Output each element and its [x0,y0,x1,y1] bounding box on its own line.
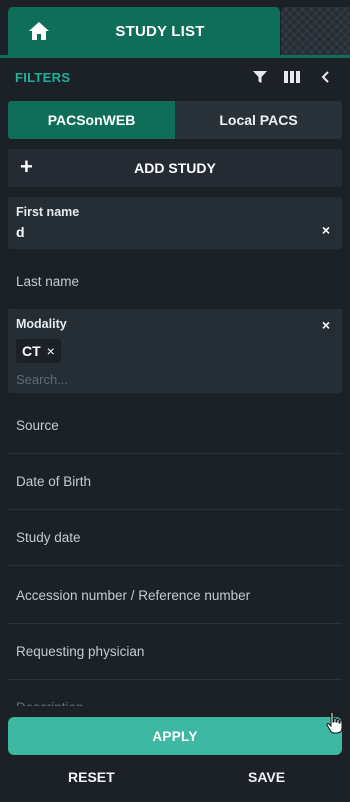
modality-chip-ct: CT × [16,339,61,363]
accession-number-label: Accession number / Reference number [16,588,251,603]
source-label: Source [16,418,59,433]
apply-button[interactable]: APPLY [8,717,342,755]
chevron-left-icon[interactable] [318,70,334,84]
date-of-birth-filter[interactable]: Date of Birth [8,454,342,510]
chip-label: CT [22,343,41,359]
chip-remove-icon[interactable]: × [47,343,55,359]
modality-label: Modality [16,317,67,331]
modality-search-input[interactable]: Search... [16,372,68,387]
home-icon[interactable] [28,21,50,41]
requesting-physician-filter[interactable]: Requesting physician [8,624,342,680]
reset-button[interactable]: RESET [68,769,115,785]
first-name-label: First name [16,205,80,219]
last-name-filter[interactable]: Last name [8,254,342,310]
first-name-filter[interactable]: First name d × [8,197,342,249]
study-list-panel: STUDY LIST FILTERS PACSonWEB Local PACS … [0,0,350,802]
switch-local-pacs[interactable]: Local PACS [175,101,342,139]
top-tab-bar: STUDY LIST [0,0,350,58]
modality-filter[interactable]: Modality × CT × Search... [8,309,342,393]
source-filter[interactable]: Source [8,398,342,454]
tab-title: STUDY LIST [115,23,205,40]
save-button[interactable]: SAVE [248,769,285,785]
add-study-button[interactable]: + ADD STUDY [8,149,342,187]
study-date-label: Study date [16,530,81,545]
add-study-label: ADD STUDY [134,160,216,176]
study-date-filter[interactable]: Study date [8,510,342,566]
requesting-physician-label: Requesting physician [16,644,145,659]
accession-number-filter[interactable]: Accession number / Reference number [8,568,342,624]
tab-study-list[interactable]: STUDY LIST [8,7,280,57]
filter-icon[interactable] [252,70,268,84]
action-bar: APPLY RESET SAVE [0,706,350,802]
last-name-label: Last name [16,274,80,289]
tab-empty-area [281,7,350,57]
switch-pacsonweb[interactable]: PACSonWEB [8,101,175,139]
clear-first-name-icon[interactable]: × [322,222,330,238]
source-switch: PACSonWEB Local PACS [8,101,342,139]
hand-cursor-icon [326,711,343,734]
first-name-value[interactable]: d [16,224,25,240]
filters-label: FILTERS [15,70,71,85]
tab-underline [0,55,350,58]
filters-header: FILTERS [0,60,350,96]
columns-icon[interactable] [284,70,300,84]
date-of-birth-label: Date of Birth [16,474,92,489]
clear-modality-icon[interactable]: × [322,317,330,333]
